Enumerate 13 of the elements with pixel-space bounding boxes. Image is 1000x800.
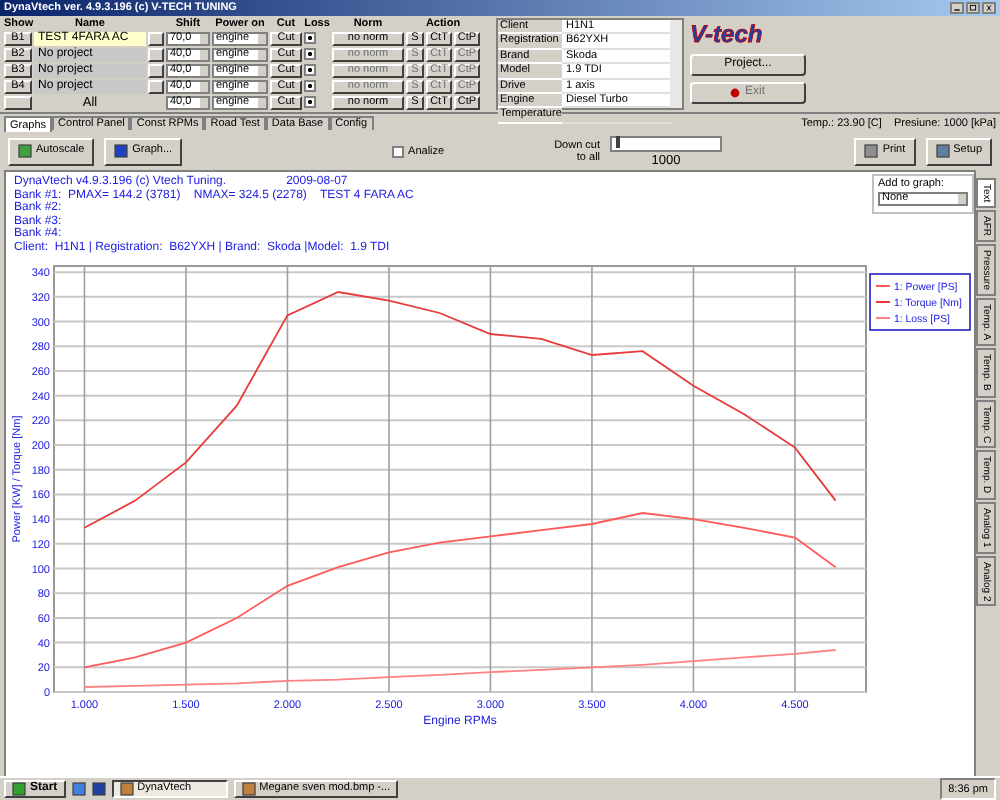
loss-checkbox[interactable] (304, 96, 316, 108)
maximize-icon[interactable] (966, 2, 980, 14)
loss-checkbox[interactable] (304, 32, 316, 44)
logo: V-tech (690, 22, 765, 48)
chart-legend (869, 272, 971, 330)
show-button[interactable] (4, 95, 32, 109)
close-icon[interactable] (982, 2, 996, 14)
analize-checkbox[interactable] (392, 145, 405, 157)
minimize-icon[interactable] (950, 2, 964, 14)
down-cut-slider[interactable] (610, 135, 723, 151)
exit-icon (730, 88, 741, 98)
slider-thumb[interactable] (615, 135, 620, 147)
scrollbar[interactable] (670, 20, 682, 108)
